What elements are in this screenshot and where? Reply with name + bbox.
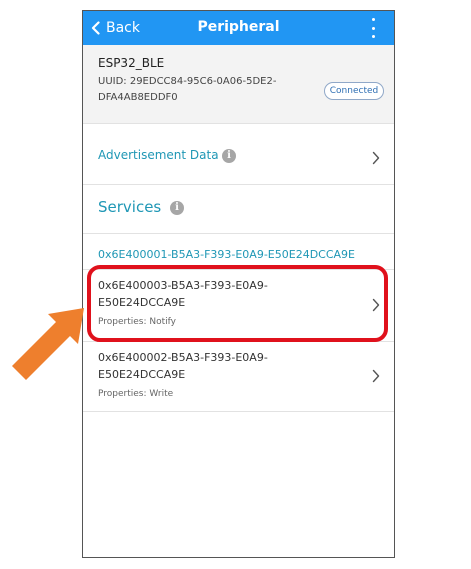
device-uuid: UUID: 29EDCC84-95C6-0A06-5DE2- DFA4AB8ED… xyxy=(98,74,303,106)
screenshot-stage: Back Peripheral ESP32_BLE UUID: 29EDCC84… xyxy=(0,0,471,569)
characteristic-uuid-line1: 0x6E400003-B5A3-F393-E0A9- xyxy=(98,279,268,292)
advertisement-data-label: Advertisement Data xyxy=(98,148,219,162)
divider xyxy=(83,233,394,234)
info-icon[interactable]: i xyxy=(222,149,236,163)
device-name: ESP32_BLE xyxy=(98,56,165,70)
navigation-bar: Back Peripheral xyxy=(83,11,394,45)
divider xyxy=(83,411,394,412)
divider xyxy=(83,184,394,185)
characteristic-uuid: 0x6E400003-B5A3-F393-E0A9- E50E24DCCA9E xyxy=(98,277,298,311)
phone-screen: Back Peripheral ESP32_BLE UUID: 29EDCC84… xyxy=(82,10,395,558)
characteristic-uuid-line2: E50E24DCCA9E xyxy=(98,296,186,309)
chevron-right-icon xyxy=(372,150,380,169)
device-uuid-line2: DFA4AB8EDDF0 xyxy=(98,92,178,103)
chevron-right-icon xyxy=(372,368,380,387)
pointer-arrow-icon xyxy=(12,308,84,380)
info-icon[interactable]: i xyxy=(170,201,184,215)
characteristic-properties: Properties: Write xyxy=(98,389,174,399)
characteristic-properties: Properties: Notify xyxy=(98,317,176,327)
page-title: Peripheral xyxy=(197,19,280,35)
services-title: Services xyxy=(98,198,162,216)
status-badge: Connected xyxy=(324,82,384,100)
characteristic-uuid-line1: 0x6E400002-B5A3-F393-E0A9- xyxy=(98,351,268,364)
service-uuid[interactable]: 0x6E400001-B5A3-F393-E0A9-E50E24DCCA9E xyxy=(98,248,355,261)
characteristic-uuid: 0x6E400002-B5A3-F393-E0A9- E50E24DCCA9E xyxy=(98,349,298,383)
device-header: ESP32_BLE UUID: 29EDCC84-95C6-0A06-5DE2-… xyxy=(83,45,394,123)
characteristic-uuid-line2: E50E24DCCA9E xyxy=(98,368,186,381)
divider xyxy=(83,123,394,124)
more-vert-icon[interactable] xyxy=(366,18,380,38)
device-uuid-line1: UUID: 29EDCC84-95C6-0A06-5DE2- xyxy=(98,76,277,87)
chevron-right-icon xyxy=(372,297,380,316)
